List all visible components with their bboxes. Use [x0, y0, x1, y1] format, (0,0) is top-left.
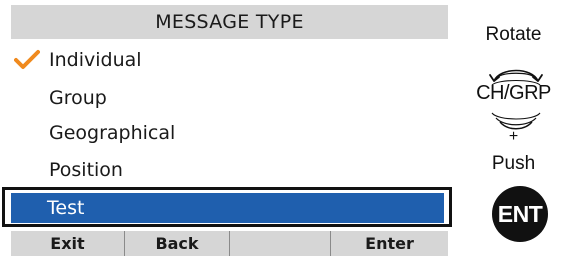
softkey-bar: Exit Back Enter	[11, 231, 448, 256]
checkmark-icon	[14, 50, 40, 69]
screen-title: MESSAGE TYPE	[11, 5, 448, 39]
instruction-panel: Rotate CH/GRP + Push ENT	[462, 0, 565, 256]
ent-button[interactable]: ENT	[492, 186, 548, 242]
menu-item-label: Test	[47, 197, 85, 219]
plus-sign: +	[508, 128, 519, 145]
menu-item-label: Geographical	[49, 122, 176, 144]
blank-softkey[interactable]	[230, 231, 331, 256]
menu-item-geographical[interactable]: Geographical	[0, 115, 460, 151]
lcd-screen: MESSAGE TYPE Individual Group Geographic…	[0, 0, 460, 256]
back-softkey[interactable]: Back	[125, 231, 230, 256]
menu-item-label: Individual	[49, 49, 142, 71]
menu-item-label: Position	[49, 159, 123, 181]
menu-item-group[interactable]: Group	[0, 80, 460, 116]
menu-item-individual[interactable]: Individual	[0, 42, 460, 78]
dial-label: CH/GRP	[476, 82, 551, 104]
enter-softkey[interactable]: Enter	[331, 231, 448, 256]
menu-item-label: Group	[49, 87, 107, 109]
rotate-instruction: Rotate	[485, 24, 542, 45]
menu-item-position[interactable]: Position	[0, 152, 460, 188]
menu-item-test[interactable]: Test	[11, 193, 444, 223]
exit-softkey[interactable]: Exit	[11, 231, 125, 256]
push-instruction: Push	[491, 153, 536, 174]
